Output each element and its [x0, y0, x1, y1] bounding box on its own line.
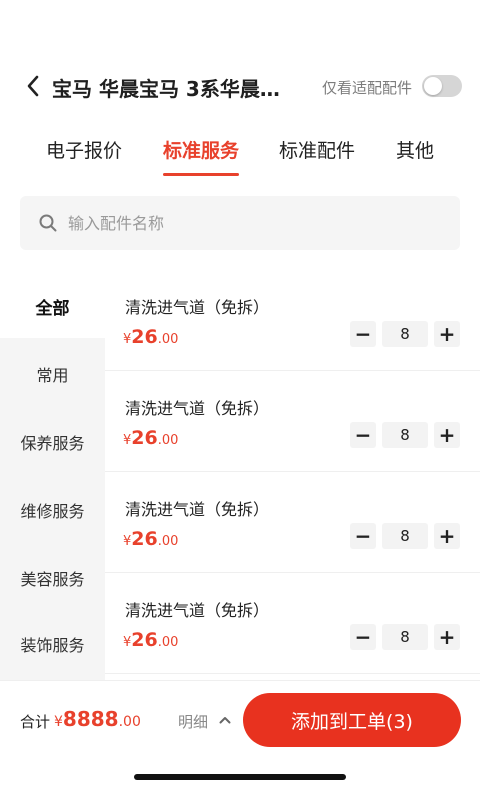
decrease-button[interactable]: − — [350, 523, 376, 549]
total-integer: 8888 — [62, 707, 119, 731]
tab-other[interactable]: 其他 — [396, 136, 434, 163]
total-decimal: .00 — [118, 714, 141, 730]
active-tab-indicator — [163, 173, 239, 176]
quantity-stepper: − 8 + — [350, 523, 460, 549]
price-integer: 26 — [131, 427, 158, 449]
quantity-value[interactable]: 8 — [382, 321, 428, 347]
chevron-up-icon[interactable] — [218, 713, 232, 727]
page-title: 宝马 华晨宝马 3系华晨宝马 3系 — [52, 77, 292, 101]
quantity-value[interactable]: 8 — [382, 422, 428, 448]
price-integer: 26 — [131, 528, 158, 550]
price-integer: 26 — [131, 629, 158, 651]
quantity-stepper: − 8 + — [350, 624, 460, 650]
item-price: ¥26.00 — [123, 427, 178, 449]
search-bar — [20, 196, 460, 250]
total-currency: ¥ — [54, 714, 63, 730]
toggle-knob — [424, 77, 442, 95]
item-name: 清洗进气道（免拆） — [125, 399, 270, 418]
decrease-button[interactable]: − — [350, 321, 376, 347]
item-name: 清洗进气道（免拆） — [125, 500, 270, 519]
home-indicator — [134, 774, 346, 780]
increase-button[interactable]: + — [434, 422, 460, 448]
decrease-button[interactable]: − — [350, 624, 376, 650]
quantity-stepper: − 8 + — [350, 321, 460, 347]
item-price: ¥26.00 — [123, 629, 178, 651]
price-decimal: .00 — [157, 433, 179, 448]
sidebar-item-beauty[interactable]: 美容服务 — [0, 566, 105, 590]
item-price: ¥26.00 — [123, 528, 178, 550]
list-item[interactable]: 清洗进气道（免拆） ¥26.00 − 8 + — [105, 270, 480, 371]
only-compatible-toggle[interactable] — [422, 75, 462, 97]
item-name: 清洗进气道（免拆） — [125, 298, 270, 317]
item-price: ¥26.00 — [123, 326, 178, 348]
only-compatible-label: 仅看适配配件 — [322, 79, 413, 97]
search-icon — [39, 214, 57, 232]
sidebar-item-decoration[interactable]: 装饰服务 — [0, 632, 105, 656]
tab-standard-service[interactable]: 标准服务 — [163, 136, 239, 163]
increase-button[interactable]: + — [434, 624, 460, 650]
bottom-bar: 合计 ¥8888.00 明细 添加到工单(3) — [0, 680, 480, 760]
quantity-value[interactable]: 8 — [382, 624, 428, 650]
total-price: ¥8888.00 — [54, 707, 141, 731]
list-item[interactable]: 清洗进气道（免拆） ¥26.00 − 8 + — [105, 371, 480, 472]
category-sidebar: 全部 常用 保养服务 维修服务 美容服务 装饰服务 — [0, 270, 105, 680]
item-name: 清洗进气道（免拆） — [125, 601, 270, 620]
add-to-work-order-button[interactable]: 添加到工单(3) — [243, 693, 461, 747]
sidebar-item-maintenance[interactable]: 保养服务 — [0, 430, 105, 454]
nav-header: 宝马 华晨宝马 3系华晨宝马 3系 仅看适配配件 — [0, 64, 480, 108]
sidebar-item-common[interactable]: 常用 — [0, 362, 105, 386]
service-list: 清洗进气道（免拆） ¥26.00 − 8 + 清洗进气道（免拆） ¥26.00 … — [105, 270, 480, 680]
chevron-left-icon — [27, 75, 39, 97]
tab-electronic-quote[interactable]: 电子报价 — [46, 136, 122, 163]
price-decimal: .00 — [157, 332, 179, 347]
search-input[interactable] — [68, 210, 428, 236]
price-integer: 26 — [131, 326, 158, 348]
detail-link[interactable]: 明细 — [178, 711, 208, 732]
sidebar-item-all[interactable]: 全部 — [0, 294, 105, 319]
list-item[interactable]: 清洗进气道（免拆） ¥26.00 − 8 + — [105, 573, 480, 674]
back-button[interactable] — [22, 72, 44, 100]
quantity-stepper: − 8 + — [350, 422, 460, 448]
sidebar-item-repair[interactable]: 维修服务 — [0, 498, 105, 522]
increase-button[interactable]: + — [434, 523, 460, 549]
increase-button[interactable]: + — [434, 321, 460, 347]
tab-standard-parts[interactable]: 标准配件 — [279, 136, 355, 163]
quantity-value[interactable]: 8 — [382, 523, 428, 549]
list-item[interactable]: 清洗进气道（免拆） ¥26.00 − 8 + — [105, 472, 480, 573]
total-label: 合计 — [20, 713, 51, 731]
price-decimal: .00 — [157, 635, 179, 650]
price-decimal: .00 — [157, 534, 179, 549]
category-tabs: 电子报价 标准服务 标准配件 其他 — [0, 130, 480, 180]
decrease-button[interactable]: − — [350, 422, 376, 448]
